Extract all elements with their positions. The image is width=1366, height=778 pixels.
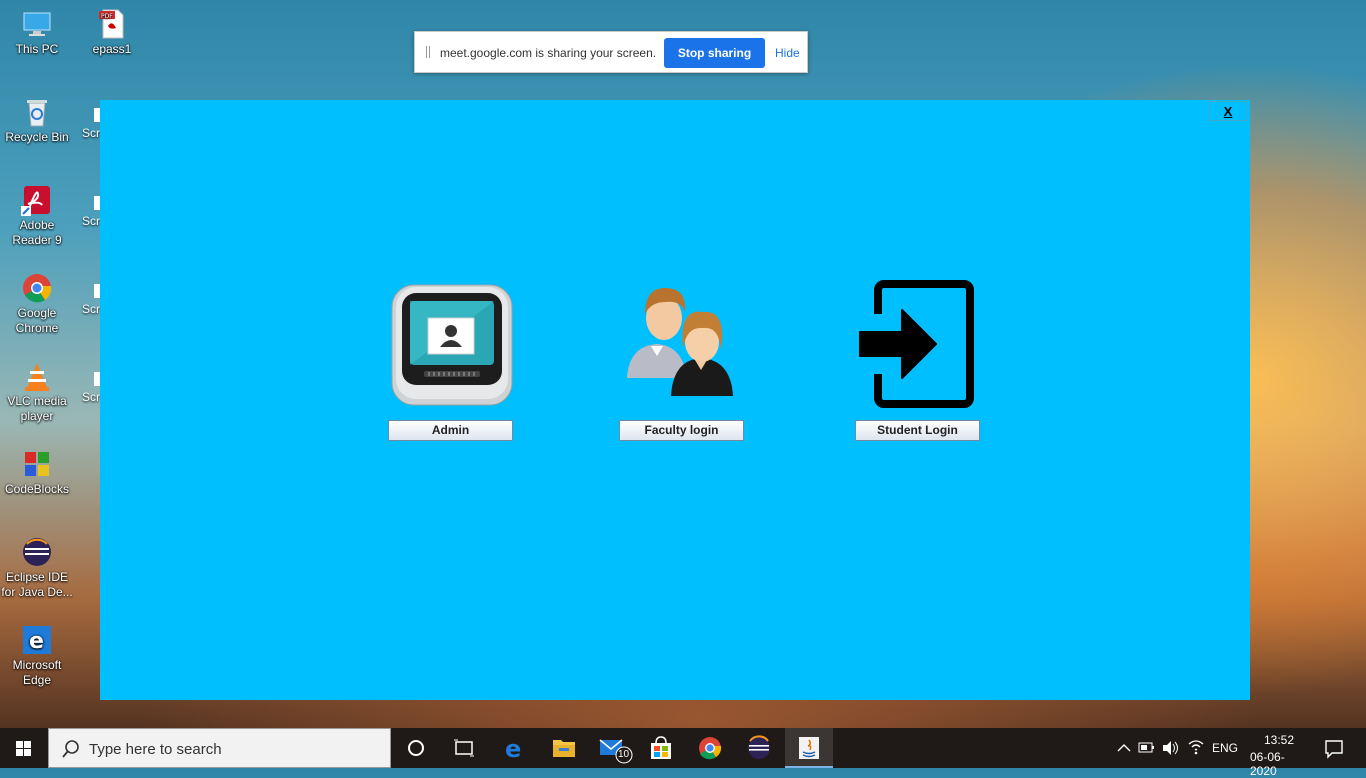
store-icon [651, 736, 671, 759]
chrome-icon [21, 272, 53, 304]
desktop-icon-label: VLC media player [7, 394, 67, 423]
notification-icon [1325, 740, 1343, 759]
codeblocks-icon [21, 448, 53, 480]
stop-sharing-button[interactable]: Stop sharing [664, 38, 765, 68]
desktop-icon-label: This PC [15, 42, 59, 56]
action-center-button[interactable] [1310, 728, 1358, 768]
mail-icon [599, 739, 633, 764]
volume-icon[interactable] [1160, 728, 1180, 768]
eclipse-icon [21, 536, 53, 568]
recycle-bin-icon [21, 96, 53, 128]
desktop-icon-this-pc[interactable]: This PC [0, 8, 74, 57]
desktop-icon-label: Google Chrome [15, 306, 59, 335]
taskbar-file-explorer-button[interactable] [540, 728, 588, 768]
chrome-icon [699, 737, 722, 760]
desktop-icon-codeblocks[interactable]: CodeBlocks [0, 448, 74, 497]
desktop-icon-label: Microsoft Edge [12, 658, 62, 687]
desktop-icon-label: Recycle Bin [5, 130, 69, 144]
taskbar-store-button[interactable] [637, 728, 685, 768]
taskbar-chrome-button[interactable] [686, 728, 734, 768]
edge-icon: e [21, 624, 53, 656]
eclipse-icon [748, 735, 770, 759]
taskbar-mail-button[interactable]: 10 [588, 728, 636, 768]
search-placeholder: Type here to search [89, 741, 222, 758]
desktop-icon-partial[interactable]: Scr [82, 196, 100, 228]
hide-link[interactable]: Hide [775, 46, 800, 60]
svg-text:e: e [505, 735, 521, 763]
desktop-icon-edge[interactable]: e Microsoft Edge [0, 624, 74, 688]
student-login-button[interactable]: Student Login [855, 420, 980, 441]
drag-handle[interactable] [426, 46, 427, 58]
taskbar: Type here to search e 10 ENG 13:52 06-06… [0, 728, 1366, 778]
folder-icon [553, 740, 575, 757]
desktop-icon-adobe-reader[interactable]: Adobe Reader 9 [0, 184, 74, 248]
search-icon [62, 740, 79, 758]
computer-icon [21, 8, 53, 40]
start-button[interactable] [0, 728, 48, 768]
faculty-login-button[interactable]: Faculty login [619, 420, 744, 441]
faculty-users-icon [623, 286, 745, 398]
task-view-button[interactable] [440, 728, 488, 768]
desktop-icon-label: epass1 [92, 42, 132, 56]
desktop-icon-label: Adobe Reader 9 [12, 218, 62, 247]
pdf-file-icon: PDF [96, 8, 128, 40]
desktop-icon-recycle-bin[interactable]: Recycle Bin [0, 96, 74, 145]
desktop-icon-epass1[interactable]: PDF epass1 [75, 8, 149, 57]
login-window: X Admin Faculty login Student Login [100, 100, 1250, 700]
wifi-icon[interactable] [1186, 728, 1206, 768]
share-message: meet.google.com is sharing your screen. [440, 46, 657, 60]
desktop-icon-google-chrome[interactable]: Google Chrome [0, 272, 74, 336]
clock-date[interactable]: 06-06-2020 [1250, 750, 1310, 778]
language-indicator[interactable]: ENG [1212, 741, 1238, 755]
battery-icon[interactable] [1136, 728, 1156, 768]
sign-in-icon [858, 280, 976, 410]
desktop-icon-partial[interactable]: Scr [82, 372, 100, 404]
taskbar-edge-button[interactable]: e [490, 728, 538, 768]
cortana-button[interactable] [392, 728, 440, 768]
taskbar-eclipse-button[interactable] [735, 728, 783, 768]
close-button[interactable]: X [1208, 101, 1248, 121]
desktop-icon-vlc[interactable]: VLC media player [0, 360, 74, 424]
desktop-icon-eclipse[interactable]: Eclipse IDE for Java De... [0, 536, 74, 600]
desktop-icon-partial[interactable]: Scr [82, 108, 100, 140]
cortana-icon [408, 740, 424, 756]
svg-text:e: e [29, 629, 44, 654]
windows-icon [16, 741, 31, 756]
screen-share-bar: meet.google.com is sharing your screen. … [414, 31, 808, 73]
adobe-reader-icon [21, 184, 53, 216]
java-icon [799, 737, 819, 759]
desktop-icon-partial[interactable]: Scr [82, 284, 100, 316]
system-tray: ENG 13:52 06-06-2020 [1110, 728, 1310, 778]
desktop-icon-label: Eclipse IDE for Java De... [1, 570, 73, 599]
desktop-icon-label: CodeBlocks [4, 482, 70, 496]
admin-monitor-icon [390, 283, 515, 408]
clock-time[interactable]: 13:52 [1264, 733, 1294, 747]
svg-text:PDF: PDF [101, 13, 113, 20]
taskbar-search-box[interactable]: Type here to search [48, 728, 391, 768]
admin-button[interactable]: Admin [388, 420, 513, 441]
task-view-icon [454, 739, 474, 757]
taskbar-java-button[interactable] [785, 728, 833, 768]
vlc-icon [21, 360, 53, 392]
mail-badge: 10 [618, 749, 630, 760]
edge-icon: e [505, 735, 521, 763]
chevron-up-icon[interactable] [1114, 728, 1134, 768]
